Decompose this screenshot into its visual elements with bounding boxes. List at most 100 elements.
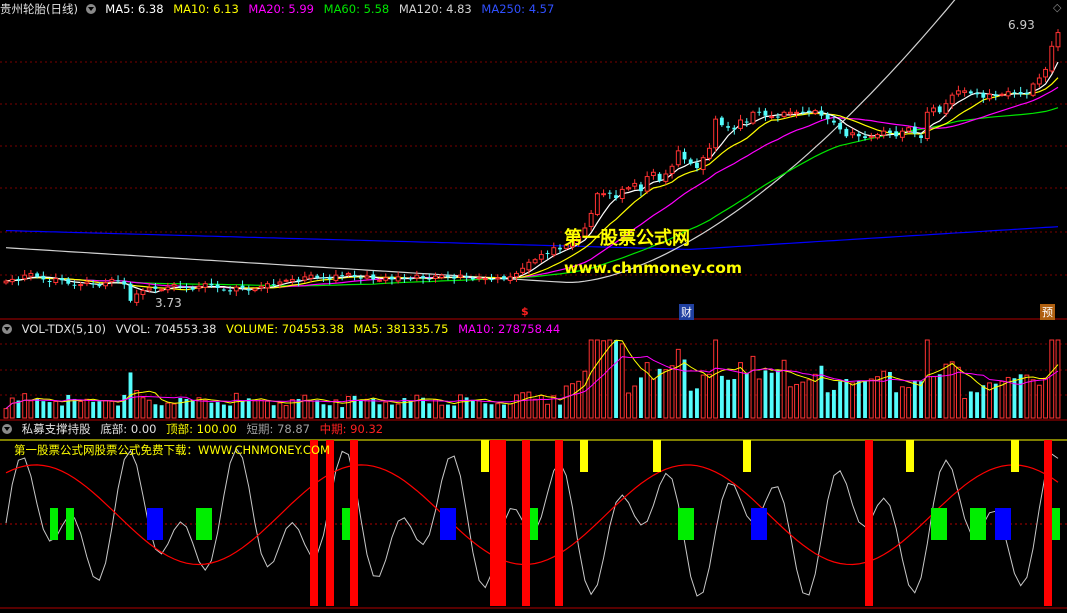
- volume-bar: [364, 398, 370, 419]
- signal-bar: [906, 440, 914, 472]
- volume-bar: [831, 389, 836, 418]
- forecast-marker[interactable]: 预: [1040, 304, 1055, 320]
- vol-ma10-readout: MA10: 278758.44: [458, 322, 561, 336]
- volume-bar: [781, 359, 787, 419]
- volume-title: VOL-TDX(5,10): [21, 322, 107, 336]
- candle-body: [202, 283, 208, 288]
- candle-body: [252, 288, 258, 292]
- volume-bar: [899, 386, 905, 419]
- volume-bar: [159, 405, 164, 418]
- candle-body: [60, 278, 64, 281]
- volume-bar: [265, 400, 270, 419]
- candle-body: [726, 126, 731, 128]
- volume-bar: [844, 379, 849, 418]
- candle-body: [807, 110, 811, 113]
- volume-bar: [532, 398, 538, 419]
- candle-body: [919, 135, 923, 138]
- volume-bar: [446, 404, 450, 418]
- finance-marker[interactable]: 财: [679, 304, 694, 320]
- candle-body: [750, 111, 756, 124]
- candle-body: [233, 286, 239, 292]
- volume-bar: [1036, 384, 1042, 419]
- volume-bar: [756, 378, 762, 419]
- top-readout: 顶部: 100.00: [166, 422, 237, 436]
- candle-body: [340, 275, 345, 277]
- volume-bar: [140, 397, 146, 419]
- candle-body: [371, 274, 376, 280]
- high-price-label: 6.93: [1008, 18, 1035, 32]
- candle-body: [395, 276, 401, 282]
- volume-readout: VOLUME: 704553.38: [226, 322, 344, 336]
- volume-bar: [178, 398, 183, 418]
- volume-bar: [719, 375, 724, 418]
- volume-bar: [3, 408, 9, 419]
- volume-bar: [1055, 339, 1061, 419]
- candle-body: [663, 173, 669, 182]
- candle-body: [520, 267, 526, 273]
- volume-bar: [919, 381, 923, 418]
- candle-body: [975, 92, 980, 95]
- volume-bar: [327, 405, 332, 418]
- volume-bar: [924, 339, 930, 419]
- volume-bar: [308, 400, 314, 419]
- volume-panel-header: VOL-TDX(5,10) VVOL: 704553.38 VOLUME: 70…: [0, 321, 566, 337]
- candle-body: [619, 188, 625, 200]
- volume-bar: [999, 380, 1005, 419]
- volume-bar: [502, 404, 506, 418]
- candle-body: [66, 278, 71, 284]
- volume-bar: [663, 369, 669, 419]
- volume-bar: [1049, 339, 1055, 419]
- candle-body: [302, 276, 308, 281]
- candle-body: [246, 289, 251, 291]
- candle-body: [558, 247, 562, 250]
- signal-bar: [743, 440, 751, 472]
- volume-bar: [66, 394, 71, 418]
- candle-body: [757, 111, 762, 113]
- candle-body: [632, 182, 638, 187]
- candle-body: [507, 276, 513, 281]
- signal-bar: [865, 440, 873, 606]
- volume-bar: [60, 405, 64, 418]
- candle-body: [881, 130, 887, 136]
- expand-icon[interactable]: ◇: [1053, 1, 1061, 14]
- volume-bar: [644, 362, 650, 419]
- dropdown-icon[interactable]: [85, 4, 96, 14]
- candle-body: [91, 283, 96, 285]
- candle-body: [277, 281, 283, 285]
- volume-bar: [931, 376, 936, 419]
- candle-body: [713, 118, 719, 149]
- volume-bar: [390, 404, 394, 418]
- dropdown-icon[interactable]: [2, 324, 12, 334]
- volume-bar: [906, 387, 912, 419]
- candle-body: [968, 91, 973, 94]
- candle-body: [838, 123, 843, 130]
- candle-body: [844, 128, 849, 137]
- candle-body: [825, 114, 830, 120]
- candle-body: [128, 283, 133, 301]
- volume-bar: [825, 392, 830, 418]
- dropdown-icon[interactable]: [2, 424, 12, 434]
- volume-bar: [607, 339, 613, 419]
- volume-bar: [639, 377, 643, 418]
- candle-body: [1024, 92, 1029, 95]
- signal-bar: [440, 508, 456, 540]
- candle-body: [22, 274, 28, 280]
- signal-bar: [490, 440, 498, 606]
- candle-body: [78, 284, 84, 287]
- candle-body: [831, 120, 836, 123]
- volume-bar: [202, 399, 208, 419]
- volume-bar: [246, 398, 251, 418]
- candle-body: [240, 285, 245, 288]
- volume-bar: [153, 404, 158, 418]
- signal-bar: [995, 508, 1011, 540]
- volume-bar: [190, 399, 195, 418]
- signal-bar: [196, 508, 212, 540]
- ma120-line: [5, 0, 956, 283]
- candle-body: [532, 259, 538, 264]
- volume-bar: [863, 381, 867, 418]
- volume-bar: [738, 362, 743, 419]
- volume-bar: [949, 361, 955, 419]
- dividend-marker[interactable]: $: [521, 305, 529, 318]
- indicator-panel-header: 私募支撑持股 底部: 0.00 顶部: 100.00 短期: 78.87 中期:…: [0, 421, 389, 437]
- volume-bar: [41, 401, 46, 418]
